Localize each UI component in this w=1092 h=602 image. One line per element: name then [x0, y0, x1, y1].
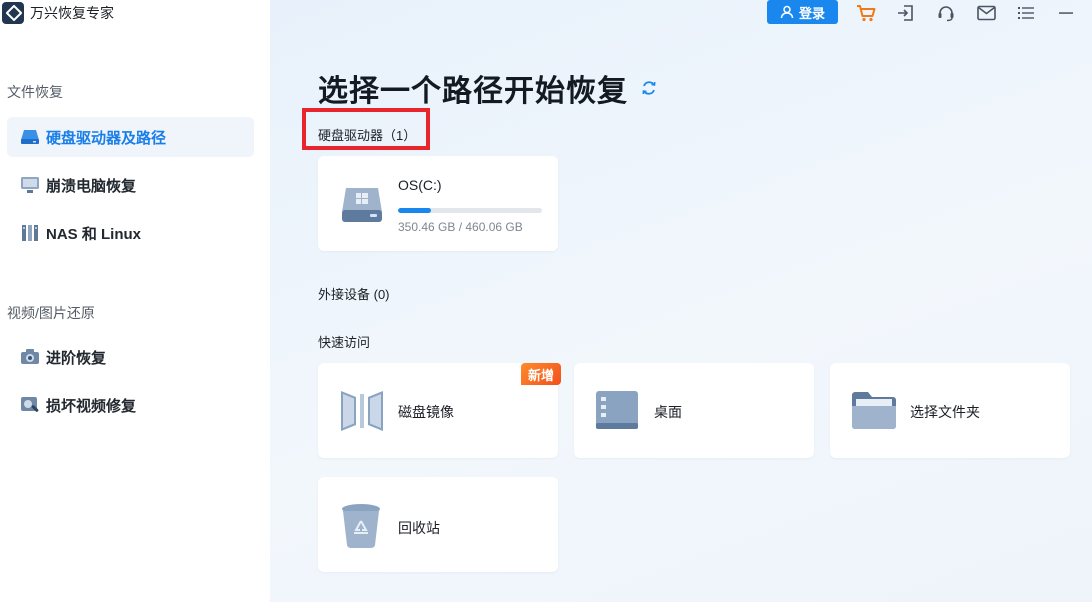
sidebar: 万兴恢复专家 文件恢复 硬盘驱动器及路径 崩溃电脑恢复 NAS 和 Linux …: [0, 0, 270, 602]
user-icon: [780, 5, 794, 19]
hard-drive-icon: [20, 127, 40, 147]
recycle-bin-icon: [340, 503, 382, 554]
drive-name: OS(C:): [398, 177, 442, 193]
drive-usage-bar: [398, 208, 542, 213]
camera-icon: [20, 347, 40, 367]
nas-icon: [20, 223, 40, 243]
sidebar-item-label: 损坏视频修复: [46, 397, 137, 415]
sidebar-item-hard-drive[interactable]: 硬盘驱动器及路径: [7, 117, 254, 157]
sidebar-item-video-repair[interactable]: 损坏视频修复: [7, 385, 254, 425]
mail-icon[interactable]: [975, 2, 997, 24]
quick-access-label: 快速访问: [318, 335, 371, 350]
login-label: 登录: [798, 5, 825, 21]
new-badge: 新增: [521, 363, 561, 385]
sidebar-item-advanced-recovery[interactable]: 进阶恢复: [7, 337, 254, 377]
main-panel: 登录 选择一个路径开始恢复 硬盘驱动器（1） OS(C:) 350.46 GB …: [270, 0, 1092, 602]
quick-item-recycle-bin[interactable]: 回收站: [318, 477, 558, 572]
sidebar-item-label: 进阶恢复: [46, 349, 107, 367]
sidebar-item-crashed-pc[interactable]: 崩溃电脑恢复: [7, 165, 254, 205]
monitor-icon: [20, 175, 40, 195]
section-label-file-recovery: 文件恢复: [7, 84, 63, 100]
quick-item-select-folder[interactable]: 选择文件夹: [830, 363, 1070, 458]
drive-usage-fill: [398, 208, 431, 213]
drive-card-os-c[interactable]: OS(C:) 350.46 GB / 460.06 GB: [318, 156, 558, 251]
minimize-icon[interactable]: [1055, 2, 1077, 24]
app-title-bar: 万兴恢复专家: [0, 0, 114, 26]
drive-size: 350.46 GB / 460.06 GB: [398, 220, 523, 234]
folder-icon: [850, 389, 898, 436]
login-button[interactable]: 登录: [767, 0, 838, 24]
refresh-icon[interactable]: [640, 79, 658, 97]
quick-item-label: 回收站: [398, 520, 440, 536]
quick-item-label: 选择文件夹: [910, 404, 980, 420]
sign-in-icon[interactable]: [895, 2, 917, 24]
cart-icon[interactable]: [855, 2, 877, 24]
disk-image-icon: [338, 388, 386, 439]
headset-icon[interactable]: [935, 2, 957, 24]
sidebar-item-label: 硬盘驱动器及路径: [46, 129, 167, 147]
app-logo-icon: [2, 2, 24, 24]
quick-item-label: 桌面: [654, 404, 682, 420]
video-repair-icon: [20, 395, 40, 415]
sidebar-item-label: 崩溃电脑恢复: [46, 177, 137, 195]
section-label-video-photo: 视频/图片还原: [7, 305, 95, 321]
external-section-label: 外接设备 (0): [318, 287, 390, 302]
sidebar-item-nas-linux[interactable]: NAS 和 Linux: [7, 213, 254, 253]
highlight-box: [302, 108, 430, 150]
quick-item-disk-image[interactable]: 磁盘镜像 新增: [318, 363, 561, 458]
page-title: 选择一个路径开始恢复: [318, 75, 628, 108]
hard-drive-icon: [340, 182, 384, 231]
desktop-icon: [594, 389, 640, 438]
quick-item-label: 磁盘镜像: [398, 404, 454, 420]
menu-icon[interactable]: [1015, 2, 1037, 24]
app-name: 万兴恢复专家: [30, 5, 114, 21]
sidebar-item-label: NAS 和 Linux: [46, 225, 142, 243]
quick-item-desktop[interactable]: 桌面: [574, 363, 814, 458]
